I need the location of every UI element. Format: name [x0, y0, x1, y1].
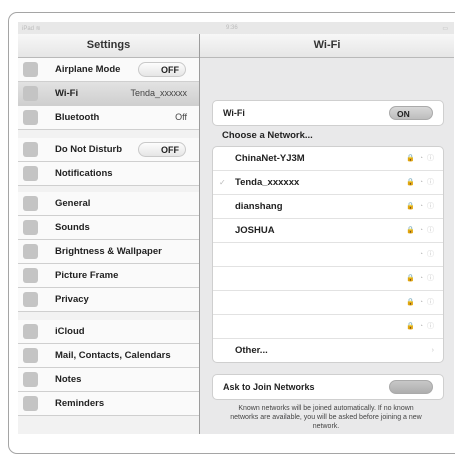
sidebar-item-mail[interactable]: Mail, Contacts, Calendars: [18, 344, 199, 368]
wifi-toggle[interactable]: ON: [389, 106, 433, 120]
chevron-right-icon: ›: [431, 347, 435, 354]
checkmark-icon: ✓: [219, 178, 226, 187]
sidebar-item-label: General: [55, 198, 91, 209]
network-name: dianshang: [235, 201, 283, 212]
network-row-other[interactable]: Other... ›: [213, 339, 443, 362]
sidebar-item-label: Airplane Mode: [55, 64, 121, 75]
battery-icon: ▭: [442, 26, 448, 32]
sidebar-item-airplane[interactable]: Airplane Mode OFF: [18, 58, 199, 82]
network-row[interactable]: 🔒 ◔ ⓘ: [213, 267, 443, 291]
wifi-pane: Wi-Fi Wi-Fi ON Choose a Network... China…: [200, 34, 454, 434]
notes-icon: [23, 372, 38, 387]
lock-wifi-info-icon: 🔒 ◔ ⓘ: [406, 155, 435, 162]
sidebar-item-label: Notifications: [55, 168, 113, 179]
sidebar-item-notes[interactable]: Notes: [18, 368, 199, 392]
choose-network-label: Choose a Network...: [222, 130, 313, 141]
airplane-toggle[interactable]: OFF: [138, 62, 186, 77]
sidebar-item-reminders[interactable]: Reminders: [18, 392, 199, 416]
sidebar-title: Settings: [18, 34, 199, 58]
sidebar-item-privacy[interactable]: Privacy: [18, 288, 199, 312]
lock-wifi-info-icon: 🔒 ◔ ⓘ: [406, 227, 435, 234]
bluetooth-icon: [23, 110, 38, 125]
network-row[interactable]: 🔒 ◔ ⓘ: [213, 291, 443, 315]
status-bar: iPad ≋ 9:36 ▭: [18, 22, 454, 34]
reminders-icon: [23, 396, 38, 411]
lock-wifi-info-icon: 🔒 ◔ ⓘ: [406, 179, 435, 186]
ask-join-label: Ask to Join Networks: [223, 382, 315, 392]
network-row[interactable]: dianshang 🔒 ◔ ⓘ: [213, 195, 443, 219]
wifi-info-icon: ◔ ⓘ: [418, 251, 435, 258]
network-row[interactable]: JOSHUA 🔒 ◔ ⓘ: [213, 219, 443, 243]
lock-wifi-info-icon: 🔒 ◔ ⓘ: [406, 203, 435, 210]
sidebar-item-brightness[interactable]: Brightness & Wallpaper: [18, 240, 199, 264]
sidebar-item-label: Brightness & Wallpaper: [55, 246, 162, 257]
screen: iPad ≋ 9:36 ▭ Settings Airplane Mode OFF…: [18, 22, 454, 434]
wifi-icon: [23, 86, 38, 101]
network-row[interactable]: 🔒 ◔ ⓘ: [213, 315, 443, 339]
page-title: Wi-Fi: [200, 34, 454, 58]
airplane-icon: [23, 62, 38, 77]
wifi-label: Wi-Fi: [223, 108, 245, 118]
sidebar-item-sounds[interactable]: Sounds: [18, 216, 199, 240]
picture-frame-icon: [23, 268, 38, 283]
cloud-icon: [23, 324, 38, 339]
sidebar-item-label: Sounds: [55, 222, 90, 233]
network-name: ChinaNet-YJ3M: [235, 153, 305, 164]
sidebar-item-picture-frame[interactable]: Picture Frame: [18, 264, 199, 288]
moon-icon: [23, 142, 38, 157]
device-frame: iPad ≋ 9:36 ▭ Settings Airplane Mode OFF…: [8, 12, 455, 454]
sidebar-item-do-not-disturb[interactable]: Do Not Disturb OFF: [18, 138, 199, 162]
dnd-toggle[interactable]: OFF: [138, 142, 186, 157]
settings-sidebar: Settings Airplane Mode OFF Wi-Fi Tenda_x…: [18, 34, 200, 434]
network-name: JOSHUA: [235, 225, 275, 236]
lock-wifi-info-icon: 🔒 ◔ ⓘ: [406, 299, 435, 306]
network-name: Tenda_xxxxxx: [235, 177, 300, 188]
sidebar-item-label: Wi-Fi: [55, 88, 79, 99]
ask-join-toggle[interactable]: [389, 380, 433, 394]
lock-wifi-info-icon: 🔒 ◔ ⓘ: [406, 275, 435, 282]
other-network-label: Other...: [235, 345, 268, 356]
gear-icon: [23, 196, 38, 211]
sidebar-item-label: Reminders: [55, 398, 105, 409]
bluetooth-value: Off: [175, 112, 187, 122]
brightness-icon: [23, 244, 38, 259]
network-list: ChinaNet-YJ3M 🔒 ◔ ⓘ ✓ Tenda_xxxxxx 🔒 ◔ ⓘ…: [212, 146, 444, 363]
ask-join-card: Ask to Join Networks: [212, 374, 444, 400]
sidebar-item-bluetooth[interactable]: Bluetooth Off: [18, 106, 199, 130]
sidebar-item-general[interactable]: General: [18, 192, 199, 216]
sidebar-item-label: Bluetooth: [55, 112, 100, 123]
sidebar-item-label: Picture Frame: [55, 270, 119, 281]
network-row[interactable]: ✓ Tenda_xxxxxx 🔒 ◔ ⓘ: [213, 171, 443, 195]
wifi-network-value: Tenda_xxxxxx: [130, 88, 187, 98]
lock-wifi-info-icon: 🔒 ◔ ⓘ: [406, 323, 435, 330]
ask-join-note: Known networks will be joined automatica…: [230, 405, 422, 430]
sidebar-item-wifi[interactable]: Wi-Fi Tenda_xxxxxx: [18, 82, 199, 106]
sidebar-item-label: Privacy: [55, 294, 89, 305]
wifi-row: Wi-Fi ON: [213, 101, 443, 125]
notifications-icon: [23, 166, 38, 181]
mail-icon: [23, 348, 38, 363]
speaker-icon: [23, 220, 38, 235]
sidebar-item-notifications[interactable]: Notifications: [18, 162, 199, 186]
sidebar-item-label: Mail, Contacts, Calendars: [55, 350, 171, 361]
sidebar-item-icloud[interactable]: iCloud: [18, 320, 199, 344]
sidebar-item-label: iCloud: [55, 326, 85, 337]
sidebar-item-label: Do Not Disturb: [55, 144, 123, 155]
carrier-icon: iPad ≋: [22, 26, 41, 32]
sidebar-item-label: Notes: [55, 374, 82, 385]
ask-join-row: Ask to Join Networks: [213, 375, 443, 399]
hand-icon: [23, 292, 38, 307]
clock-icon: 9:36: [226, 25, 238, 31]
network-row[interactable]: ◔ ⓘ: [213, 243, 443, 267]
wifi-toggle-card: Wi-Fi ON: [212, 100, 444, 126]
network-row[interactable]: ChinaNet-YJ3M 🔒 ◔ ⓘ: [213, 147, 443, 171]
